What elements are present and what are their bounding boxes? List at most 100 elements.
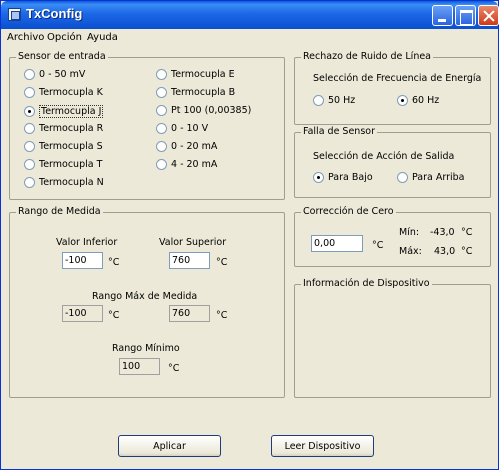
frequency-subtitle: Selección de Frecuencia de Energía — [313, 73, 482, 84]
menu-opcion[interactable]: Opción — [47, 32, 82, 43]
unit-label: °C — [372, 240, 384, 251]
radio-label: 50 Hz — [328, 95, 356, 106]
radio-sensor-pt100[interactable]: Pt 100 (0,00385) — [156, 105, 251, 116]
minimize-button[interactable] — [432, 5, 453, 26]
output-action-subtitle: Selección de Acción de Salida — [313, 151, 455, 162]
radio-label: 60 Hz — [412, 95, 440, 106]
lower-value-label: Valor Inferior — [56, 237, 118, 248]
radio-circle — [313, 95, 324, 106]
radio-label: Termocupla J — [39, 105, 104, 118]
unit-label: °C — [168, 363, 180, 374]
radio-sensor-termocupla-r[interactable]: Termocupla R — [24, 123, 103, 134]
radio-label: 0 - 20 mA — [171, 141, 218, 152]
min-range-value: 100 — [119, 358, 160, 375]
menu-bar: Archivo Opción Ayuda — [1, 29, 498, 47]
sensor-fault-group: Falla de Sensor Selección de Acción de S… — [294, 126, 491, 198]
lower-value-input[interactable]: -100 — [62, 252, 103, 269]
radio-label: 0 - 10 V — [171, 123, 209, 134]
upper-value-input[interactable]: 760 — [169, 252, 210, 269]
radio-para-arriba[interactable]: Para Arriba — [397, 172, 465, 183]
radio-sensor-0-20ma[interactable]: 0 - 20 mA — [156, 141, 217, 152]
max-range-upper: 760 — [169, 305, 210, 322]
menu-ayuda[interactable]: Ayuda — [87, 32, 118, 43]
sensor-group: Sensor de entrada 0 - 50 mV Termocupla K… — [9, 51, 285, 200]
read-device-button-label: Leer Dispositivo — [284, 440, 361, 452]
radio-50hz[interactable]: 50 Hz — [313, 95, 355, 106]
fault-group-title: Falla de Sensor — [301, 126, 377, 137]
radio-circle-selected — [24, 106, 35, 117]
min-label: Mín: — [399, 227, 420, 238]
radio-sensor-termocupla-s[interactable]: Termocupla S — [24, 141, 103, 152]
radio-circle — [156, 87, 167, 98]
radio-label: 0 - 50 mV — [39, 69, 86, 80]
radio-circle — [156, 159, 167, 170]
unit-label: °C — [108, 257, 120, 268]
radio-sensor-termocupla-b[interactable]: Termocupla B — [156, 87, 235, 98]
zero-correction-input[interactable]: 0,00 — [311, 235, 363, 252]
radio-sensor-4-20ma[interactable]: 4 - 20 mA — [156, 159, 217, 170]
radio-label: Termocupla T — [39, 159, 103, 170]
radio-circle — [156, 141, 167, 152]
device-info-group: Información de Dispositivo — [294, 278, 491, 398]
upper-value-label: Valor Superior — [159, 237, 227, 248]
radio-circle — [24, 123, 35, 134]
radio-sensor-termocupla-k[interactable]: Termocupla K — [24, 87, 103, 98]
radio-circle — [24, 177, 35, 188]
radio-label: Para Arriba — [412, 172, 465, 183]
radio-60hz[interactable]: 60 Hz — [397, 95, 439, 106]
radio-label: Para Bajo — [328, 172, 373, 183]
radio-label: Termocupla B — [171, 87, 236, 98]
zero-group-title: Corrección de Cero — [301, 206, 396, 217]
radio-circle — [397, 172, 408, 183]
radio-circle — [24, 159, 35, 170]
maximize-button[interactable] — [455, 5, 476, 26]
max-range-label: Rango Máx de Medida — [92, 291, 198, 302]
noise-group-title: Rechazo de Ruido de Línea — [301, 51, 434, 62]
menu-archivo[interactable]: Archivo — [7, 32, 44, 43]
noise-rejection-group: Rechazo de Ruido de Línea Selección de F… — [294, 51, 491, 125]
max-label: Máx: — [399, 246, 422, 257]
radio-label: Pt 100 (0,00385) — [171, 105, 252, 116]
radio-para-bajo[interactable]: Para Bajo — [313, 172, 373, 183]
radio-sensor-termocupla-n[interactable]: Termocupla N — [24, 177, 104, 188]
max-value: 43,0 — [434, 246, 456, 257]
txconfig-window: TxConfig Archivo Opción Ayuda Sensor de … — [0, 0, 499, 470]
radio-circle — [156, 69, 167, 80]
title-bar[interactable]: TxConfig — [1, 1, 499, 29]
radio-circle-selected — [397, 95, 408, 106]
radio-label: Termocupla N — [39, 177, 104, 188]
radio-label: Termocupla R — [39, 123, 104, 134]
zero-correction-group: Corrección de Cero 0,00 °C Mín: -43,0 °C… — [294, 206, 491, 267]
max-range-lower: -100 — [62, 305, 103, 322]
radio-label: Termocupla E — [171, 69, 235, 80]
radio-sensor-0-50mv[interactable]: 0 - 50 mV — [24, 69, 85, 80]
min-value: -43,0 — [430, 227, 455, 238]
radio-circle — [156, 105, 167, 116]
app-icon — [8, 8, 21, 21]
measure-range-group: Rango de Medida Valor Inferior Valor Sup… — [9, 206, 285, 398]
sensor-group-title: Sensor de entrada — [16, 51, 108, 62]
radio-sensor-termocupla-j[interactable]: Termocupla J — [24, 105, 104, 118]
radio-circle — [24, 141, 35, 152]
radio-label: Termocupla S — [39, 141, 103, 152]
radio-sensor-termocupla-e[interactable]: Termocupla E — [156, 69, 235, 80]
radio-circle — [24, 69, 35, 80]
radio-sensor-termocupla-t[interactable]: Termocupla T — [24, 159, 102, 170]
window-title: TxConfig — [26, 6, 83, 21]
device-info-title: Información de Dispositivo — [301, 278, 432, 289]
min-range-label: Rango Mínimo — [112, 343, 180, 354]
radio-label: 4 - 20 mA — [171, 159, 218, 170]
apply-button-label: Aplicar — [153, 440, 186, 452]
unit-label: °C — [461, 246, 473, 257]
read-device-button[interactable]: Leer Dispositivo — [271, 435, 374, 457]
unit-label: °C — [216, 310, 228, 321]
close-button[interactable] — [478, 5, 499, 26]
radio-circle — [156, 123, 167, 134]
radio-circle — [24, 87, 35, 98]
radio-label: Termocupla K — [39, 87, 103, 98]
radio-sensor-0-10v[interactable]: 0 - 10 V — [156, 123, 208, 134]
unit-label: °C — [216, 257, 228, 268]
unit-label: °C — [461, 227, 473, 238]
unit-label: °C — [108, 310, 120, 321]
apply-button[interactable]: Aplicar — [118, 435, 221, 457]
